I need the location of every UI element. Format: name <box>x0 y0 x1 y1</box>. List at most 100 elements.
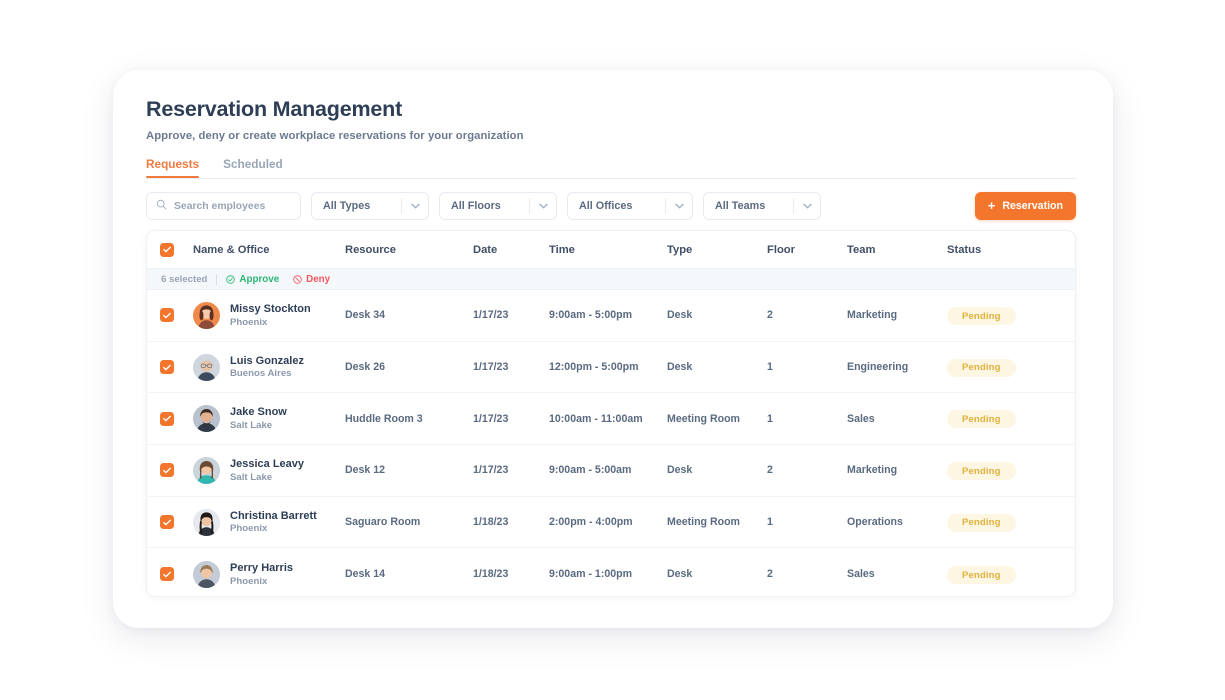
status-badge: Pending <box>947 307 1016 326</box>
status-cell: Pending <box>947 357 1057 377</box>
status-badge: Pending <box>947 410 1016 429</box>
time-cell: 9:00am - 5:00am <box>549 464 632 477</box>
filter-teams-label: All Teams <box>715 200 766 212</box>
time-cell: 12:00pm - 5:00pm <box>549 361 639 374</box>
row-select-cell <box>160 567 193 582</box>
employee-name: Christina Barrett <box>230 509 317 522</box>
floor-cell: 1 <box>767 412 773 425</box>
table-row[interactable]: Jessica Leavy Salt Lake Desk 12 1/17/23 … <box>147 445 1075 497</box>
date-cell: 1/18/23 <box>473 516 509 529</box>
team-cell: Marketing <box>847 464 898 477</box>
table-row[interactable]: Jake Snow Salt Lake Huddle Room 3 1/17/2… <box>147 393 1075 446</box>
chevron-down-icon <box>530 203 556 209</box>
row-checkbox[interactable] <box>160 567 174 582</box>
row-checkbox[interactable] <box>160 360 174 375</box>
employee-name: Perry Harris <box>230 561 293 574</box>
employee-name-block: Luis Gonzalez Buenos Aires <box>230 355 304 380</box>
employee-cell: Missy Stockton Phoenix <box>193 301 345 329</box>
resource-cell: Huddle Room 3 <box>345 412 423 425</box>
page-header: Reservation Management Approve, deny or … <box>146 97 1076 142</box>
employee-cell: Perry Harris Phoenix <box>193 560 345 588</box>
table-header-row: Name & Office Resource Date Time Type Fl… <box>147 231 1075 269</box>
column-header-time: Time <box>549 243 575 256</box>
type-cell: Desk <box>667 309 693 322</box>
deny-selected-button[interactable]: Deny <box>293 274 330 285</box>
avatar <box>193 301 220 329</box>
tab-scheduled[interactable]: Scheduled <box>223 157 283 178</box>
row-select-cell <box>160 515 193 530</box>
status-badge: Pending <box>947 462 1016 481</box>
date-cell: 1/17/23 <box>473 309 509 322</box>
floor-cell: 2 <box>767 309 773 322</box>
employee-office: Phoenix <box>230 316 268 328</box>
time-cell: 10:00am - 11:00am <box>549 412 643 425</box>
row-select-cell <box>160 463 193 478</box>
column-header-resource: Resource <box>345 243 396 256</box>
type-cell: Desk <box>667 464 693 477</box>
table-row[interactable]: Luis Gonzalez Buenos Aires Desk 26 1/17/… <box>147 341 1075 394</box>
employee-cell: Jessica Leavy Salt Lake <box>193 456 345 484</box>
type-cell: Desk <box>667 568 693 581</box>
row-checkbox[interactable] <box>160 515 174 530</box>
employee-name-block: Jake Snow Salt Lake <box>230 406 287 431</box>
filter-offices-label: All Offices <box>579 200 633 212</box>
filter-toolbar: All Types All Floors <box>146 192 1076 220</box>
avatar <box>193 405 220 433</box>
employee-name-block: Jessica Leavy Salt Lake <box>230 458 304 483</box>
team-cell: Operations <box>847 516 903 529</box>
type-cell: Meeting Room <box>667 412 740 425</box>
tab-divider <box>146 177 1076 179</box>
employee-office: Phoenix <box>230 523 268 535</box>
employee-name: Missy Stockton <box>230 303 311 315</box>
status-badge: Pending <box>947 358 1016 377</box>
date-cell: 1/17/23 <box>473 361 509 374</box>
employee-name: Jessica Leavy <box>230 458 305 471</box>
employee-name: Luis Gonzalez <box>230 354 304 367</box>
resource-cell: Desk 34 <box>345 309 386 322</box>
row-select-cell <box>160 308 193 323</box>
type-cell: Meeting Room <box>667 516 740 529</box>
tab-bar: Requests Scheduled <box>146 154 283 178</box>
time-cell: 9:00am - 5:00pm <box>549 309 633 322</box>
row-checkbox[interactable] <box>160 308 174 323</box>
status-cell: Pending <box>947 306 1057 326</box>
plus-icon: + <box>987 198 996 213</box>
avatar <box>193 456 220 484</box>
table-body: Missy Stockton Phoenix Desk 34 1/17/23 9… <box>147 290 1075 596</box>
filter-select-types[interactable]: All Types <box>311 192 429 220</box>
status-cell: Pending <box>947 409 1057 429</box>
table-row[interactable]: Christina Barrett Phoenix Saguaro Room 1… <box>147 496 1075 549</box>
resource-cell: Desk 14 <box>345 568 386 581</box>
search-icon <box>156 197 167 215</box>
selection-divider <box>216 273 218 285</box>
search-input[interactable] <box>174 200 294 212</box>
employee-office: Salt Lake <box>230 420 273 432</box>
table-row[interactable]: Missy Stockton Phoenix Desk 34 1/17/23 9… <box>147 290 1075 342</box>
team-cell: Sales <box>847 568 875 581</box>
select-all-checkbox[interactable] <box>160 242 174 257</box>
approve-icon <box>226 274 236 284</box>
approve-label: Approve <box>239 273 280 285</box>
floor-cell: 2 <box>767 464 773 477</box>
avatar <box>193 560 220 588</box>
filter-select-teams[interactable]: All Teams <box>703 192 821 220</box>
selected-count-label: 6 selected <box>161 273 208 285</box>
table-row[interactable]: Perry Harris Phoenix Desk 14 1/18/23 9:0… <box>147 548 1075 596</box>
row-checkbox[interactable] <box>160 411 174 426</box>
page-title: Reservation Management <box>146 97 403 121</box>
tab-requests[interactable]: Requests <box>146 157 200 178</box>
page-subtitle: Approve, deny or create workplace reserv… <box>146 129 524 142</box>
row-checkbox[interactable] <box>160 463 174 478</box>
floor-cell: 1 <box>767 361 773 374</box>
filter-floors-label: All Floors <box>451 200 501 212</box>
status-badge: Pending <box>947 566 1016 585</box>
search-box[interactable] <box>146 192 301 220</box>
filter-types-label: All Types <box>323 200 371 212</box>
date-cell: 1/17/23 <box>473 412 509 425</box>
filter-select-floors[interactable]: All Floors <box>439 192 557 220</box>
team-cell: Engineering <box>847 361 909 374</box>
filter-select-offices[interactable]: All Offices <box>567 192 693 220</box>
approve-selected-button[interactable]: Approve <box>226 274 279 285</box>
add-reservation-button[interactable]: + Reservation <box>974 192 1076 220</box>
employee-office: Phoenix <box>230 575 268 587</box>
